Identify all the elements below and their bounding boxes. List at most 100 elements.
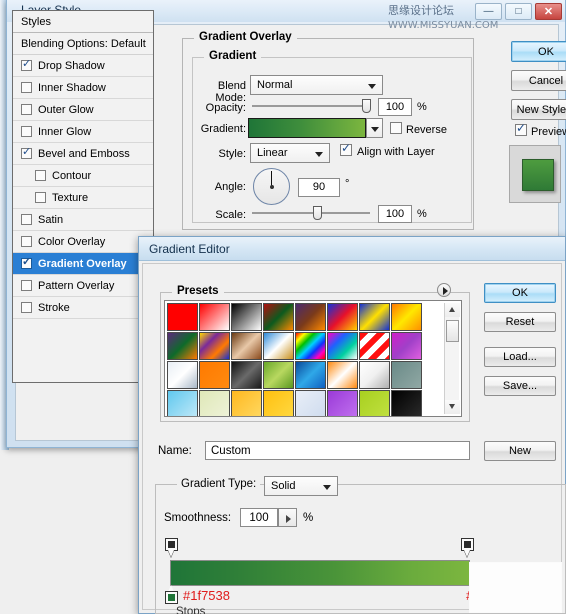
effect-checkbox[interactable]: [21, 214, 32, 225]
preset-swatch-transparent-rainbow[interactable]: [327, 332, 358, 360]
preview-checkbox[interactable]: [515, 121, 527, 136]
preset-swatch-steel-white[interactable]: [167, 361, 198, 389]
effect-row-bevel-and-emboss[interactable]: Bevel and Emboss: [13, 143, 153, 165]
effect-row-stroke[interactable]: Stroke: [13, 297, 153, 319]
preset-swatch-amber[interactable]: [263, 390, 294, 416]
new-style-button[interactable]: New Style...: [511, 99, 566, 120]
minimize-button[interactable]: —: [475, 3, 502, 20]
preset-swatch-orange-yellow-orange[interactable]: [391, 303, 422, 331]
gradient-preview-swatch[interactable]: [248, 118, 366, 138]
preset-swatch-blue-cyan[interactable]: [295, 361, 326, 389]
gradient-editor-save-button[interactable]: Save...: [484, 376, 556, 396]
effect-row-gradient-overlay[interactable]: Gradient Overlay: [13, 253, 153, 275]
effect-checkbox[interactable]: [35, 192, 46, 203]
effect-checkbox[interactable]: [21, 145, 32, 159]
style-combo[interactable]: Linear: [250, 143, 330, 163]
effect-row-outer-glow[interactable]: Outer Glow: [13, 99, 153, 121]
styles-list[interactable]: Styles Blending Options: Default Drop Sh…: [12, 10, 154, 383]
gradient-editor-reset-button[interactable]: Reset: [484, 312, 556, 332]
preset-swatch-foreground-to-background-red[interactable]: [167, 303, 198, 331]
effect-checkbox[interactable]: [21, 302, 32, 313]
blend-mode-combo[interactable]: Normal: [250, 75, 383, 95]
blending-options-row[interactable]: Blending Options: Default: [13, 33, 153, 55]
effect-row-satin[interactable]: Satin: [13, 209, 153, 231]
scale-value[interactable]: 100: [378, 205, 412, 223]
preset-swatch-black-white[interactable]: [231, 303, 262, 331]
preset-swatch-purple[interactable]: [327, 390, 358, 416]
preset-swatch-violet-orange[interactable]: [295, 303, 326, 331]
gradient-editor-titlebar[interactable]: Gradient Editor: [139, 237, 565, 261]
preset-swatch-green-light[interactable]: [263, 361, 294, 389]
scale-slider-track[interactable]: [252, 212, 370, 214]
align-with-layer-checkbox[interactable]: [340, 141, 352, 156]
scale-slider-thumb[interactable]: [313, 206, 322, 220]
effect-checkbox[interactable]: [35, 170, 46, 181]
scroll-down-icon[interactable]: [445, 400, 460, 414]
presets-well[interactable]: [164, 300, 462, 417]
gradient-picker-chevron-icon[interactable]: [366, 118, 383, 138]
preset-swatch-violet-magenta[interactable]: [391, 332, 422, 360]
gradient-editor-load-button[interactable]: Load...: [484, 347, 556, 367]
effect-checkbox[interactable]: [21, 57, 32, 71]
preset-swatch-sky-blue[interactable]: [167, 390, 198, 416]
scroll-up-icon[interactable]: [445, 303, 460, 317]
preset-swatch-pale-blue[interactable]: [295, 390, 326, 416]
effect-row-pattern-overlay[interactable]: Pattern Overlay: [13, 275, 153, 297]
layer-style-ok-button[interactable]: OK: [511, 41, 566, 62]
close-button[interactable]: ✕: [535, 3, 562, 20]
preset-swatch-copper[interactable]: [231, 332, 262, 360]
preset-swatch-transparent-stripes[interactable]: [359, 332, 390, 360]
effect-row-color-overlay[interactable]: Color Overlay: [13, 231, 153, 253]
preset-swatch-orange-flat[interactable]: [199, 361, 230, 389]
opacity-stop-left[interactable]: [165, 538, 178, 558]
effect-row-inner-shadow[interactable]: Inner Shadow: [13, 77, 153, 99]
preset-swatch-black-grey[interactable]: [231, 361, 262, 389]
preset-swatch-violet-green-orange[interactable]: [167, 332, 198, 360]
effect-checkbox[interactable]: [21, 280, 32, 291]
presets-menu-icon[interactable]: [437, 283, 451, 297]
preset-swatch-yellow-violet-orange-blue[interactable]: [199, 332, 230, 360]
opacity-stop-right[interactable]: [461, 538, 474, 558]
preset-swatch-white-grey[interactable]: [359, 361, 390, 389]
gradient-editor-ok-button[interactable]: OK: [484, 283, 556, 303]
presets-scrollbar[interactable]: [444, 303, 460, 414]
effect-row-texture[interactable]: Texture: [13, 187, 153, 209]
name-input[interactable]: Custom: [205, 441, 470, 460]
smoothness-value[interactable]: 100: [240, 508, 278, 527]
preset-swatch-teal-grey[interactable]: [391, 361, 422, 389]
effect-row-inner-glow[interactable]: Inner Glow: [13, 121, 153, 143]
preset-swatch-pale-green[interactable]: [199, 390, 230, 416]
preset-swatch-chrome[interactable]: [263, 332, 294, 360]
gradient-type-combo[interactable]: Solid: [264, 476, 338, 496]
opacity-value[interactable]: 100: [378, 98, 412, 116]
preset-swatch-lime[interactable]: [359, 390, 390, 416]
preset-swatch-blue-red-yellow[interactable]: [327, 303, 358, 331]
preset-swatch-spectrum[interactable]: [295, 332, 326, 360]
effect-checkbox[interactable]: [21, 126, 32, 137]
layer-style-cancel-button[interactable]: Cancel: [511, 70, 566, 91]
preset-swatch-gold[interactable]: [231, 390, 262, 416]
angle-dial[interactable]: [253, 168, 290, 205]
smoothness-spinner-icon[interactable]: [278, 508, 297, 527]
preset-swatch-black-fade[interactable]: [391, 390, 422, 416]
new-gradient-button[interactable]: New: [484, 441, 556, 461]
effect-checkbox[interactable]: [21, 236, 32, 247]
effect-row-drop-shadow[interactable]: Drop Shadow: [13, 55, 153, 77]
effect-checkbox[interactable]: [21, 104, 32, 115]
opacity-slider-track[interactable]: [252, 105, 370, 107]
reverse-checkbox[interactable]: [390, 122, 402, 134]
preset-swatch-blue-yellow-blue[interactable]: [359, 303, 390, 331]
preset-swatch-red-green[interactable]: [263, 303, 294, 331]
scrollbar-thumb[interactable]: [446, 320, 459, 342]
maximize-button[interactable]: □: [505, 3, 532, 20]
effect-checkbox[interactable]: [21, 82, 32, 93]
preset-swatch-orange-white-orange[interactable]: [327, 361, 358, 389]
gradient-bar[interactable]: [170, 560, 470, 586]
angle-value[interactable]: 90: [298, 178, 340, 197]
color-picker-popup[interactable]: [469, 562, 562, 613]
opacity-slider-thumb[interactable]: [362, 99, 371, 113]
effect-row-contour[interactable]: Contour: [13, 165, 153, 187]
effect-checkbox[interactable]: [21, 255, 32, 269]
color-stop-left[interactable]: [165, 585, 178, 605]
preset-swatch-foreground-to-transparent-red[interactable]: [199, 303, 230, 331]
